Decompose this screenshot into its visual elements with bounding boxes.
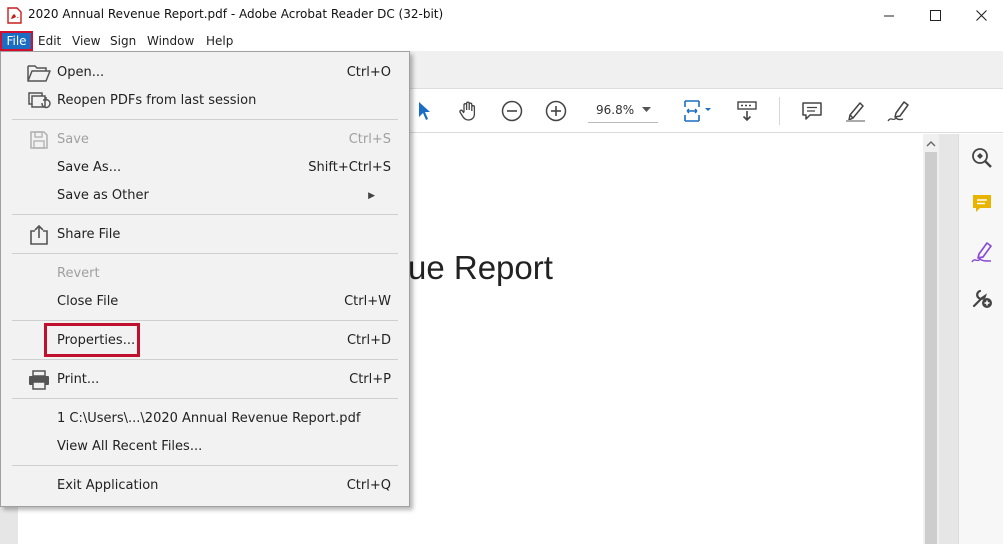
menu-window[interactable]: Window — [147, 31, 194, 51]
share-icon — [27, 224, 51, 245]
menu-item-recent-file-1[interactable]: 1 C:\Users\...\2020 Annual Revenue Repor… — [1, 405, 409, 433]
fit-page-icon — [684, 100, 711, 122]
menu-item-save-as[interactable]: Save As... Shift+Ctrl+S — [1, 154, 409, 182]
scroll-up-icon — [926, 141, 936, 147]
menu-separator — [12, 398, 398, 399]
toolbar-divider — [779, 97, 780, 125]
comment-bubble-icon — [973, 195, 991, 212]
menu-item-reopen-pdfs[interactable]: Reopen PDFs from last session — [1, 87, 409, 115]
comment-pane-button[interactable] — [970, 192, 994, 216]
menu-separator — [12, 253, 398, 254]
menu-separator — [12, 214, 398, 215]
menu-separator — [12, 320, 398, 321]
comment-tool-button[interactable] — [797, 96, 827, 126]
title-bar: 2020 Annual Revenue Report.pdf - Adobe A… — [0, 0, 1003, 31]
menu-item-save: Save Ctrl+S — [1, 126, 409, 154]
minimize-button[interactable] — [866, 0, 912, 31]
save-disk-icon — [27, 130, 51, 150]
menu-separator — [12, 465, 398, 466]
menu-item-open[interactable]: Open... Ctrl+O — [1, 59, 409, 87]
maximize-button[interactable] — [912, 0, 958, 31]
search-zoom-icon — [972, 148, 992, 168]
window-title: 2020 Annual Revenue Report.pdf - Adobe A… — [28, 7, 444, 21]
zoom-level-dropdown[interactable]: 96.8% — [588, 99, 658, 123]
submenu-arrow-icon: ▶ — [368, 191, 375, 201]
pointer-icon — [419, 102, 430, 120]
zoom-out-icon — [501, 100, 523, 122]
maximize-icon — [929, 10, 941, 21]
more-tools-button[interactable] — [970, 286, 994, 310]
enhance-scans-button[interactable] — [970, 146, 994, 170]
menu-edit[interactable]: Edit — [38, 31, 61, 51]
scroll-mode-button[interactable] — [732, 96, 762, 126]
zoom-out-button[interactable] — [497, 96, 527, 126]
close-icon — [975, 10, 987, 21]
menu-help[interactable]: Help — [206, 31, 233, 51]
menu-view[interactable]: View — [72, 31, 100, 51]
menu-separator — [12, 119, 398, 120]
fill-sign-tool-button[interactable] — [884, 96, 914, 126]
scroll-thumb[interactable] — [925, 152, 937, 544]
comment-icon — [802, 102, 822, 120]
document-title-text: ue Report — [408, 249, 553, 286]
menu-item-view-all-recent[interactable]: View All Recent Files... — [1, 433, 409, 461]
menu-item-save-as-other[interactable]: Save as Other ▶ — [1, 182, 409, 210]
scroll-mode-icon — [737, 101, 757, 122]
fit-page-button[interactable] — [678, 96, 718, 126]
close-button[interactable] — [958, 0, 1003, 31]
signature-icon — [971, 242, 992, 263]
zoom-level-value: 96.8% — [596, 103, 635, 117]
menu-bar: File Edit View Sign Window Help — [0, 31, 1003, 51]
menu-item-print[interactable]: Print... Ctrl+P — [1, 366, 409, 394]
highlight-tool-button[interactable] — [840, 96, 870, 126]
menu-item-close-file[interactable]: Close File Ctrl+W — [1, 288, 409, 316]
properties-highlight-box — [44, 323, 140, 357]
printer-icon — [27, 370, 51, 390]
menu-item-exit[interactable]: Exit Application Ctrl+Q — [1, 472, 409, 500]
highlighter-icon — [846, 102, 865, 122]
menu-item-share-file[interactable]: Share File — [1, 221, 409, 249]
acrobat-pdf-icon — [7, 7, 22, 24]
chevron-down-icon — [642, 107, 651, 112]
menu-separator — [12, 359, 398, 360]
file-menu-dropdown: Open... Ctrl+O Reopen PDFs from last ses… — [0, 51, 410, 507]
vertical-scrollbar[interactable] — [923, 134, 939, 544]
pen-sign-icon — [887, 101, 909, 122]
hand-tool-button[interactable] — [453, 96, 483, 126]
select-tool-button[interactable] — [410, 96, 440, 126]
menu-sign[interactable]: Sign — [110, 31, 136, 51]
zoom-in-icon — [545, 100, 567, 122]
folder-open-icon — [27, 63, 51, 83]
reopen-files-icon — [27, 91, 51, 111]
minimize-icon — [883, 15, 894, 17]
fill-sign-pane-button[interactable] — [970, 240, 994, 264]
menu-file[interactable]: File — [0, 31, 33, 51]
wrench-add-icon — [972, 289, 992, 308]
right-tools-pane — [958, 134, 1003, 544]
menu-item-revert: Revert — [57, 266, 100, 281]
zoom-in-button[interactable] — [541, 96, 571, 126]
hand-icon — [459, 101, 476, 121]
